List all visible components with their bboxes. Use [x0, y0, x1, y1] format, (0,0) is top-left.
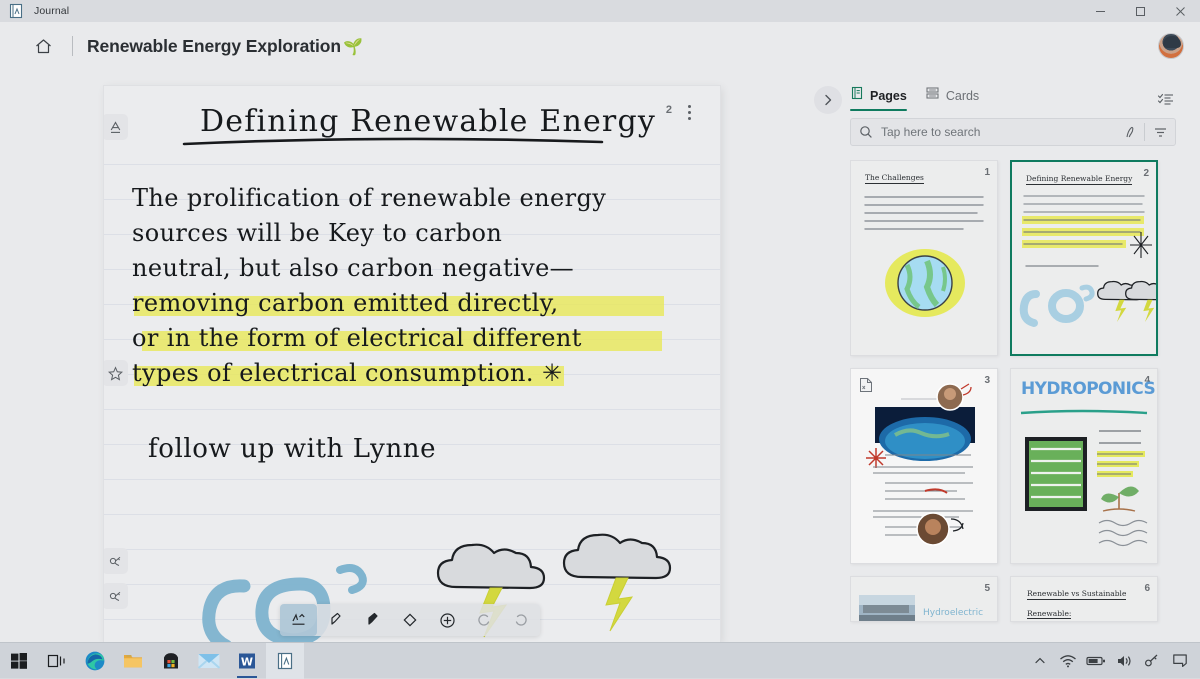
- cards-icon: [925, 86, 940, 105]
- filter-icon[interactable]: [1145, 126, 1175, 139]
- page-thumbnail-5[interactable]: 5 Hydroelectric: [850, 576, 998, 622]
- note-body-line-4: removing carbon emitted directly,: [132, 289, 559, 317]
- thumbnail-number: 3: [984, 375, 990, 386]
- microsoft-store-button[interactable]: [152, 643, 190, 679]
- file-explorer-button[interactable]: [114, 643, 152, 679]
- search-box[interactable]: [850, 118, 1176, 146]
- gutter-star-tag[interactable]: [104, 360, 128, 386]
- page-thumbnail-1[interactable]: 1 The Challenges: [850, 160, 998, 356]
- page-thumbnail-4[interactable]: 4 HYDROPONICS: [1010, 368, 1158, 564]
- svg-text:W: W: [241, 655, 253, 668]
- page-thumbnail-6[interactable]: 6 Renewable vs Sustainable Renewable:: [1010, 576, 1158, 622]
- page-thumbnail-list[interactable]: 1 The Challenges 2 Defining Renewable En…: [850, 160, 1184, 640]
- seedling-icon: 🌱: [342, 39, 363, 56]
- highlighter-tool[interactable]: [317, 604, 354, 636]
- maximize-button[interactable]: [1120, 0, 1160, 22]
- thumbnail-number: 2: [1143, 168, 1149, 179]
- pen-menu-icon[interactable]: [1138, 643, 1166, 679]
- header-divider: [72, 36, 73, 56]
- thumbnail-title: Renewable vs Sustainable: [1027, 589, 1127, 600]
- note-body-line-3: neutral, but also carbon negative—: [132, 254, 575, 282]
- thumbnail-title: Defining Renewable Energy: [1026, 174, 1133, 185]
- note-body-line-6: types of electrical consumption. ✳: [132, 359, 563, 387]
- pdf-file-icon: [859, 377, 873, 398]
- tab-cards[interactable]: Cards: [925, 86, 979, 111]
- tab-pages-label: Pages: [870, 88, 907, 103]
- add-tool[interactable]: [429, 604, 466, 636]
- tab-cards-label: Cards: [945, 88, 980, 103]
- journal-app-icon: [8, 3, 24, 19]
- note-body-line-1: The prolification of renewable energy: [132, 184, 607, 212]
- more-options-icon[interactable]: [680, 100, 698, 124]
- note-followup-text: follow up with Lynne: [148, 434, 437, 464]
- network-icon[interactable]: [1054, 643, 1082, 679]
- ink-search-icon[interactable]: [1114, 125, 1144, 140]
- marker-tool[interactable]: [354, 604, 391, 636]
- thumbnail-preview: [851, 369, 997, 563]
- thumbnail-preview: [864, 196, 984, 317]
- action-center-button[interactable]: [1166, 643, 1194, 679]
- pen-toolbar[interactable]: [280, 604, 540, 636]
- pen-tool[interactable]: [280, 604, 318, 636]
- thumbnail-title: HYDROPONICS: [1021, 379, 1156, 399]
- panel-tabs: Pages Cards: [850, 86, 979, 111]
- note-title-text: Defining Renewable Energy: [200, 104, 657, 139]
- close-button[interactable]: [1160, 0, 1200, 22]
- thumbnail-title-5: Hydroelectric: [923, 608, 983, 618]
- home-icon[interactable]: [28, 31, 58, 61]
- thumbnail-number: 6: [1144, 583, 1150, 594]
- note-body-line-5: or in the form of electrical different: [132, 324, 582, 352]
- note-canvas[interactable]: 2 Defining Renewable Energy The prolific…: [104, 86, 720, 642]
- word-button[interactable]: W: [228, 643, 266, 679]
- journal-app-window: Journal Renewable Energy Exploration 🌱 2…: [0, 0, 1200, 679]
- system-tray: [1026, 643, 1194, 679]
- gutter-ink-tag-2[interactable]: [104, 583, 128, 609]
- page-title: Renewable Energy Exploration: [87, 35, 341, 56]
- undo-button[interactable]: [466, 604, 503, 636]
- canvas-page-number: 2: [665, 104, 672, 116]
- journal-button[interactable]: [266, 642, 304, 679]
- thumbnail-preview: [1019, 195, 1156, 327]
- gutter-title-tag[interactable]: [104, 114, 128, 140]
- chevron-right-icon[interactable]: [814, 86, 842, 114]
- thumbnail-subhead: Renewable:: [1027, 609, 1072, 619]
- task-view-button[interactable]: [38, 643, 76, 679]
- pages-icon: [850, 86, 864, 105]
- start-button[interactable]: [0, 643, 38, 679]
- header-right-group: [1158, 33, 1184, 59]
- edge-browser-button[interactable]: [76, 643, 114, 679]
- gutter-ink-tag-1[interactable]: [104, 548, 128, 574]
- page-thumbnail-2[interactable]: 2 Defining Renewable Energy: [1010, 160, 1158, 356]
- battery-icon[interactable]: [1082, 643, 1110, 679]
- thumbnail-title: The Challenges: [865, 173, 924, 184]
- mail-button[interactable]: [190, 643, 228, 679]
- search-icon: [859, 125, 873, 139]
- redo-button[interactable]: [503, 604, 540, 636]
- show-hidden-icons-button[interactable]: [1026, 643, 1054, 679]
- tab-pages[interactable]: Pages: [850, 86, 907, 111]
- search-input[interactable]: [881, 125, 1114, 139]
- app-header: Renewable Energy Exploration 🌱: [0, 22, 1200, 70]
- pages-panel: Pages Cards Tap here to search 1 The Cha…: [810, 78, 1184, 642]
- window-title-bar: Journal: [0, 0, 1200, 22]
- page-thumbnail-3[interactable]: 3: [850, 368, 998, 564]
- window-title: Journal: [34, 5, 70, 17]
- minimize-button[interactable]: [1080, 0, 1120, 22]
- windows-taskbar: W: [0, 642, 1200, 679]
- thumbnail-number: 5: [984, 583, 990, 594]
- task-list-icon[interactable]: [1154, 88, 1178, 112]
- note-body-line-2: sources will be Key to carbon: [132, 219, 503, 247]
- thumbnail-number: 1: [984, 167, 990, 178]
- avatar[interactable]: [1158, 33, 1184, 59]
- eraser-tool[interactable]: [391, 604, 428, 636]
- thumbnail-preview: Hydroelectric: [859, 595, 983, 621]
- volume-icon[interactable]: [1110, 643, 1138, 679]
